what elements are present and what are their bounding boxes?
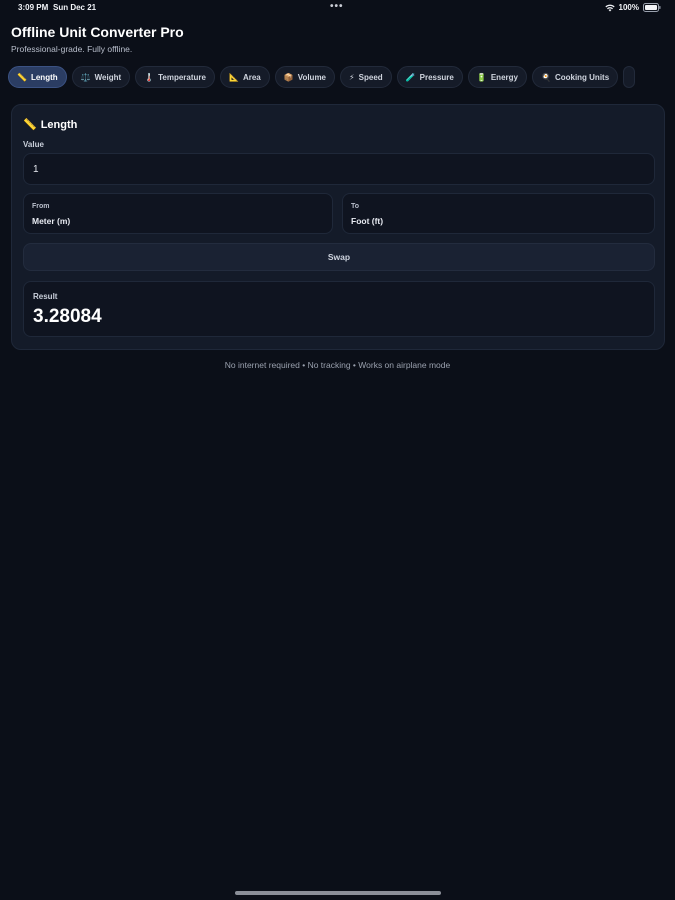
tab-volume[interactable]: 📦 Volume xyxy=(274,66,336,88)
ruler-icon: 📏 xyxy=(23,119,37,131)
tab-area[interactable]: 📐 Area xyxy=(219,66,270,88)
app-screen: 3:09 PM Sun Dec 21 ••• 100% Offline Unit xyxy=(0,0,675,900)
tab-label: Volume xyxy=(297,72,327,82)
battery-icon xyxy=(643,3,661,12)
converter-title-text: Length xyxy=(40,118,78,131)
tab-cooking-units[interactable]: 🍳 Cooking Units xyxy=(531,66,619,88)
from-unit-value: Meter (m) xyxy=(32,216,71,226)
status-right-group: 100% xyxy=(604,3,661,12)
tab-label: Area xyxy=(242,72,261,82)
to-unit-select[interactable]: To Foot (ft) xyxy=(342,193,655,234)
to-label: To xyxy=(351,203,360,210)
result-box: Result 3.28084 xyxy=(23,281,655,337)
test-tube-icon: 🧪 xyxy=(405,72,416,82)
tab-energy[interactable]: 🔋 Energy xyxy=(467,66,527,88)
home-indicator[interactable] xyxy=(235,891,441,895)
result-value: 3.28084 xyxy=(33,306,102,327)
value-label: Value xyxy=(23,140,44,149)
value-input[interactable] xyxy=(23,153,655,185)
tab-length[interactable]: 📏 Length xyxy=(8,66,67,88)
battery-percentage: 100% xyxy=(618,3,639,12)
app-subtitle: Professional-grade. Fully offline. xyxy=(11,44,133,54)
tab-overflow[interactable] xyxy=(623,66,636,88)
footer-note: No internet required • No tracking • Wor… xyxy=(224,360,451,370)
frying-pan-icon: 🍳 xyxy=(540,72,551,82)
tab-label: Weight xyxy=(94,72,122,82)
status-date: Sun Dec 21 xyxy=(53,3,97,12)
triangle-ruler-icon: 📐 xyxy=(228,72,239,82)
result-label: Result xyxy=(33,292,58,301)
tab-label: Temperature xyxy=(158,72,206,82)
category-tabs: 📏 Length ⚖️ Weight 🌡️ Temperature 📐 Area… xyxy=(8,66,675,88)
tab-label: Length xyxy=(30,72,58,82)
swap-button[interactable]: Swap xyxy=(23,243,655,271)
from-label: From xyxy=(32,203,50,210)
tab-pressure[interactable]: 🧪 Pressure xyxy=(396,66,463,88)
status-bar: 3:09 PM Sun Dec 21 ••• 100% xyxy=(0,0,675,16)
multitasking-dots[interactable]: ••• xyxy=(330,1,344,12)
ruler-icon: 📏 xyxy=(17,72,27,82)
tab-label: Pressure xyxy=(419,72,454,82)
tab-label: Speed xyxy=(358,72,383,82)
converter-card: 📏 Length Value From Meter (m) To Foot (f… xyxy=(11,104,665,350)
scale-icon: ⚖️ xyxy=(80,72,91,82)
tab-label: Energy xyxy=(490,72,518,82)
battery-icon: 🔋 xyxy=(476,72,487,82)
tab-weight[interactable]: ⚖️ Weight xyxy=(71,66,131,88)
app-title: Offline Unit Converter Pro xyxy=(11,24,184,40)
thermometer-icon: 🌡️ xyxy=(144,72,155,82)
wifi-icon xyxy=(604,4,615,12)
to-unit-value: Foot (ft) xyxy=(351,216,384,226)
from-unit-select[interactable]: From Meter (m) xyxy=(23,193,333,234)
converter-title: 📏 Length xyxy=(23,118,78,132)
box-icon: 📦 xyxy=(283,72,294,82)
lightning-icon: ⚡ xyxy=(349,72,355,82)
tab-temperature[interactable]: 🌡️ Temperature xyxy=(135,66,215,88)
status-time: 3:09 PM xyxy=(18,3,49,12)
tab-label: Cooking Units xyxy=(554,72,610,82)
tab-speed[interactable]: ⚡ Speed xyxy=(340,66,392,88)
